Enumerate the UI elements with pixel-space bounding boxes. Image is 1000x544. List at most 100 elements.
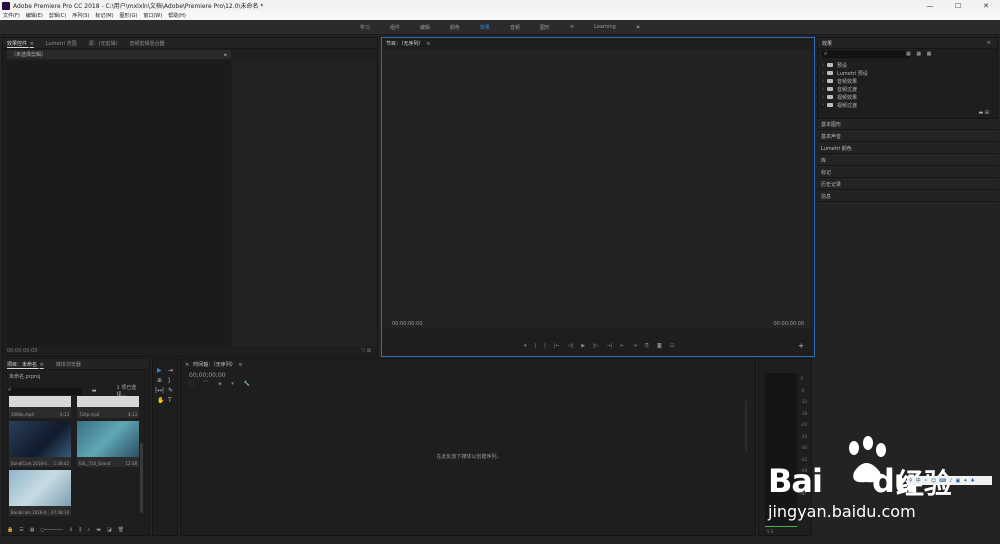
workspace-color[interactable]: 颜色 <box>450 24 460 31</box>
workspace-more-icon[interactable]: » <box>636 23 640 31</box>
menu-help[interactable]: 帮助(H) <box>168 12 186 19</box>
mark-out-icon[interactable]: | <box>544 343 546 349</box>
maximize-button[interactable]: ☐ <box>944 0 972 11</box>
nest-icon[interactable]: ⬚ <box>189 381 194 387</box>
panel-markers[interactable]: 标记 <box>817 167 998 178</box>
project-search-input[interactable]: ⌕ <box>7 386 82 395</box>
program-screen[interactable] <box>383 50 813 328</box>
close-button[interactable]: ✕ <box>972 0 1000 11</box>
add-marker-icon[interactable]: ▾ <box>231 381 234 387</box>
icon-view-icon[interactable]: ▦ <box>30 527 35 533</box>
tab-lumetri-scopes[interactable]: Lumetri 范围 <box>46 40 77 47</box>
minimize-button[interactable]: — <box>916 0 944 11</box>
linked-selection-icon[interactable]: ◈ <box>218 381 222 387</box>
tree-item-audio-effects[interactable]: › 音频效果 <box>818 77 997 85</box>
clip-thumbnail[interactable]: 1080p.mp4 4:13 <box>9 396 71 418</box>
slip-tool-icon[interactable]: |↔| <box>155 387 164 394</box>
tree-item-video-effects[interactable]: › 视频效果 <box>818 93 997 101</box>
project-scrollbar[interactable] <box>140 443 143 513</box>
track-select-tool-icon[interactable]: ⇥ <box>168 367 173 374</box>
panel-essential-graphics[interactable]: 基本图形 <box>817 119 998 130</box>
menu-window[interactable]: 窗口(W) <box>143 12 162 19</box>
expand-arrow-icon[interactable]: › <box>822 86 824 92</box>
tab-source[interactable]: 源：(无剪辑) <box>89 40 118 47</box>
extract-icon[interactable]: ⇥ <box>633 343 637 349</box>
comparison-view-icon[interactable]: ◙ <box>657 343 662 349</box>
ripple-edit-tool-icon[interactable]: ⊕ <box>157 377 162 384</box>
tray-tools-icon[interactable]: ✦ <box>963 478 967 484</box>
snap-icon[interactable]: ⌒ <box>203 381 208 387</box>
mark-in-icon[interactable]: | <box>534 343 536 349</box>
automate-icon[interactable]: ⫼ <box>79 527 81 533</box>
tree-item-audio-transitions[interactable]: › 音频过渡 <box>818 85 997 93</box>
tab-program[interactable]: 节目：（无序列） ≡ <box>386 40 430 47</box>
pen-tool-icon[interactable]: ✎ <box>168 387 173 394</box>
timeline-timecode[interactable]: 00;00;00;00 <box>189 372 226 379</box>
expand-arrow-icon[interactable]: ▸ <box>224 52 227 58</box>
effects-panel-title[interactable]: 效果 <box>822 40 832 47</box>
button-editor-icon[interactable]: + <box>798 342 804 350</box>
filter-icons[interactable]: ▽ ⊠ <box>361 348 371 354</box>
workspace-learn[interactable]: 学习 <box>360 24 370 31</box>
panel-info[interactable]: 信息 <box>817 191 998 202</box>
panel-essential-sound[interactable]: 基本声音 <box>817 131 998 142</box>
tree-item-presets[interactable]: › 预设 <box>818 61 997 69</box>
expand-arrow-icon[interactable]: › <box>822 62 824 68</box>
menu-edit[interactable]: 编辑(E) <box>26 12 43 19</box>
sort-icon[interactable]: ⇕ <box>69 527 73 533</box>
panel-menu-icon[interactable]: ≡ <box>426 41 430 47</box>
add-marker-icon[interactable]: ▾ <box>524 343 527 349</box>
workspace-assembly[interactable]: 组件 <box>390 24 400 31</box>
menu-sequence[interactable]: 序列(S) <box>72 12 89 19</box>
tray-chinese-icon[interactable]: 中 <box>916 477 921 484</box>
workspace-editing[interactable]: 编辑 <box>420 24 430 31</box>
tab-audio-clip-mixer[interactable]: 音频剪辑混合器 <box>130 40 165 47</box>
tray-plus-icon[interactable]: ✚ <box>970 478 974 484</box>
menu-clip[interactable]: 剪辑(C) <box>49 12 66 19</box>
go-to-out-icon[interactable]: →| <box>607 343 613 349</box>
folder-icon[interactable]: ▬ <box>92 388 97 394</box>
tree-item-video-transitions[interactable]: › 视频过渡 <box>818 101 997 109</box>
menu-graphics[interactable]: 图形(G) <box>120 12 138 19</box>
timeline-scrollbar[interactable] <box>745 401 747 451</box>
step-back-icon[interactable]: ◁| <box>568 343 574 349</box>
vr-video-icon[interactable]: ⊡ <box>670 343 674 349</box>
clip-thumbnail[interactable]: EXL_720_Grand 12:38 <box>77 421 139 467</box>
tab-timeline[interactable]: 时间轴：（无序列） ≡ <box>193 361 242 368</box>
tray-search-icon[interactable]: ⚲ <box>909 478 913 484</box>
tray-sound-icon[interactable]: ♪ <box>949 478 952 484</box>
menu-file[interactable]: 文件(F) <box>3 12 20 19</box>
lift-icon[interactable]: ⇤ <box>621 343 625 349</box>
yuv-effects-icon[interactable]: ▦ <box>927 51 932 57</box>
find-icon[interactable]: ⌕ <box>87 527 90 533</box>
tab-project[interactable]: 项目：未命名 ≡ <box>7 361 44 368</box>
playhead-timecode[interactable]: 00:00:00:00 <box>392 321 423 327</box>
zoom-slider[interactable]: ○────── <box>40 527 62 533</box>
panel-menu-icon[interactable]: ≡ <box>30 41 34 47</box>
type-tool-icon[interactable]: T <box>168 397 172 404</box>
export-frame-icon[interactable]: ⎘ <box>645 343 649 349</box>
accelerated-effects-icon[interactable]: ▦ <box>906 51 911 57</box>
clip-thumbnail[interactable]: BandiCam 2018-0... 1:38:02 <box>9 421 71 467</box>
new-item-icon[interactable]: ◪ <box>107 527 112 533</box>
expand-arrow-icon[interactable]: › <box>822 70 824 76</box>
menu-marker[interactable]: 标记(M) <box>95 12 113 19</box>
clip-thumbnail[interactable]: 720p.mp4 4:13 <box>77 396 139 418</box>
tray-dot-icon[interactable]: ⚬ <box>924 478 928 484</box>
workspace-graphics[interactable]: 图形 <box>540 24 550 31</box>
tab-media-browser[interactable]: 媒体浏览器 <box>56 361 81 368</box>
workspace-menu-icon[interactable]: ≡ <box>570 24 574 30</box>
new-bin-delete-icons[interactable]: ▬ ⊞ <box>978 110 989 116</box>
wrench-icon[interactable]: 🔧 <box>244 381 250 387</box>
workspace-audio[interactable]: 音频 <box>510 24 520 31</box>
tree-item-lumetri-presets[interactable]: › Lumetri 预设 <box>818 69 997 77</box>
go-to-in-icon[interactable]: |← <box>554 343 560 349</box>
panel-history[interactable]: 历史记录 <box>817 179 998 190</box>
tab-effect-controls[interactable]: 效果控件 ≡ <box>7 40 34 47</box>
clip-thumbnail[interactable]: Bandicam 2018-0... 47:38:10 <box>9 470 71 516</box>
tray-emoji-icon[interactable]: ☺ <box>931 478 936 484</box>
delete-icon[interactable]: 🗑 <box>118 527 124 533</box>
razor-tool-icon[interactable]: ⟆ <box>168 377 170 384</box>
hand-tool-icon[interactable]: ✋ <box>157 397 164 404</box>
expand-arrow-icon[interactable]: › <box>822 78 824 84</box>
